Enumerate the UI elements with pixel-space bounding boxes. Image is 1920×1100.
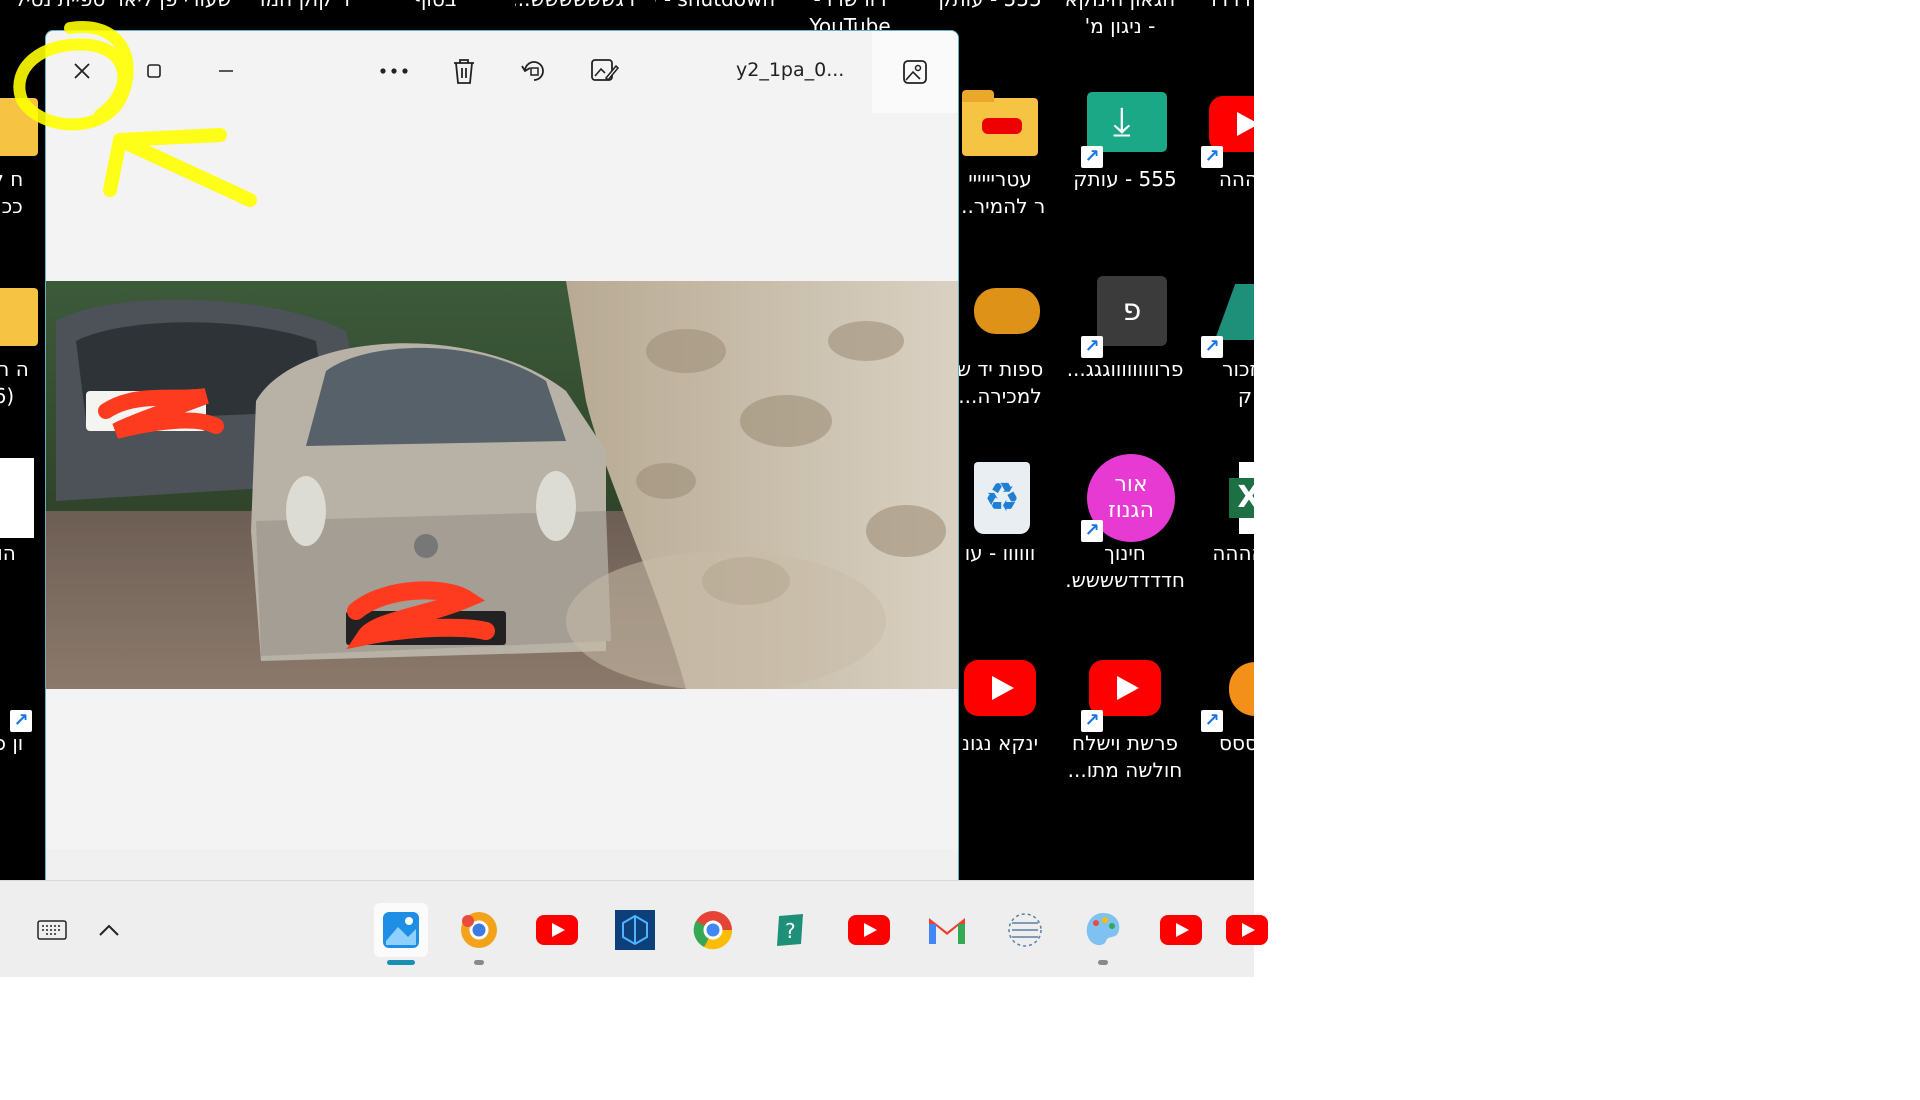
youtube-icon — [536, 915, 578, 945]
gallery-button[interactable] — [872, 31, 958, 113]
taskbar-youtube[interactable] — [1154, 903, 1208, 957]
desktop-icon-app[interactable]: ↗ סססס — [1185, 648, 1254, 757]
desktop-icon-app[interactable]: ↗ לזכור ק — [1185, 274, 1254, 410]
desktop-icon-label[interactable]: ררררררר — [1185, 0, 1254, 13]
desktop-icon-youtube[interactable]: ↗ פרשת וישלח חולשה מתו... — [1065, 648, 1185, 784]
taskbar-network-app[interactable] — [998, 903, 1052, 957]
document-icon — [0, 458, 46, 538]
desktop-icon-youtube[interactable]: ↗ הההה — [1185, 84, 1254, 193]
desktop-icon-app[interactable]: אור הגנוז ↗ חינוך חדדדדשששש... — [1065, 454, 1185, 594]
paint-icon — [1086, 913, 1120, 946]
youtube-icon: ↗ — [1079, 648, 1171, 732]
gallery-icon — [903, 60, 927, 84]
chrome-icon — [693, 911, 733, 950]
photos-icon — [383, 912, 419, 948]
file-name: y2_1pa_0... — [736, 59, 845, 81]
rotate-icon — [521, 61, 544, 81]
plate-scribble — [98, 388, 495, 650]
orange-app-icon: ↗ — [1199, 648, 1254, 732]
folder-icon — [0, 274, 46, 354]
book-icon: ↗ — [1199, 274, 1254, 358]
desktop-icon-app[interactable]: פ ↗ פרוווווווווגגג... — [1065, 274, 1185, 383]
taskbar: ? — [0, 880, 1268, 977]
desktop-icon-label[interactable]: הגאון הינוקא - ניגון מ' — [1060, 0, 1180, 40]
youtube-icon — [954, 648, 1046, 728]
gmail-icon — [929, 918, 965, 944]
more-options-button[interactable] — [374, 51, 414, 91]
app-cube-icon — [615, 910, 655, 950]
chevron-up-icon — [99, 924, 119, 936]
desktop-icon-excel[interactable]: X ההההה — [1185, 458, 1254, 567]
orange-logo-icon — [954, 274, 1046, 354]
trash-icon — [454, 59, 474, 84]
chrome-canary-icon — [461, 912, 497, 948]
taskbar-youtube[interactable] — [530, 903, 584, 957]
rotate-button[interactable] — [514, 51, 554, 91]
folder-icon — [954, 84, 1046, 164]
youtube-icon — [848, 915, 890, 945]
edit-image-button[interactable] — [584, 51, 624, 91]
more-icon — [380, 68, 408, 74]
taskbar-youtube[interactable] — [1220, 903, 1274, 957]
desktop-icon-label[interactable]: shutdown - עותק (4) — [655, 0, 775, 13]
network-app-icon — [1008, 913, 1042, 947]
keyboard-button[interactable] — [25, 903, 79, 957]
recycle-bin-icon: ♻ — [954, 458, 1046, 538]
running-indicator — [1098, 960, 1108, 965]
keyboard-icon — [37, 920, 67, 940]
download-folder-icon: ⤓ ↗ — [1079, 84, 1171, 168]
taskbar-paint[interactable] — [1076, 903, 1130, 965]
taskbar-chrome-canary[interactable] — [452, 903, 506, 965]
taskbar-help[interactable]: ? — [764, 903, 818, 957]
youtube-icon — [1160, 915, 1202, 945]
delete-button[interactable] — [444, 51, 484, 91]
taskbar-youtube[interactable] — [842, 903, 896, 957]
pink-logo-icon: אור הגנוז ↗ — [1079, 454, 1175, 542]
youtube-icon — [1226, 915, 1268, 945]
help-book-icon: ? — [777, 914, 803, 946]
taskbar-app[interactable] — [608, 903, 662, 957]
running-indicator — [474, 960, 484, 965]
svg-text:?: ? — [785, 919, 796, 943]
taskbar-gmail[interactable] — [920, 903, 974, 957]
photo-image — [46, 281, 958, 689]
highlight-scribble — [13, 20, 257, 207]
excel-icon: X — [1199, 458, 1254, 538]
desktop-icon-label[interactable]: רגשששששש... — [515, 0, 635, 13]
youtube-icon: ↗ — [1199, 84, 1254, 168]
desktop-icon-download-folder[interactable]: ⤓ ↗ 555 - עותק — [1065, 84, 1185, 193]
active-indicator — [387, 960, 415, 965]
taskbar-photos[interactable] — [374, 903, 428, 965]
edit-image-icon — [591, 59, 619, 82]
pe-letter-icon: פ ↗ — [1079, 274, 1171, 358]
desktop-icon-label[interactable]: בטוף — [375, 0, 495, 13]
taskbar-chrome[interactable] — [686, 903, 740, 957]
show-hidden-icons-button[interactable] — [82, 903, 136, 957]
app-icon: ↗ — [0, 648, 46, 732]
